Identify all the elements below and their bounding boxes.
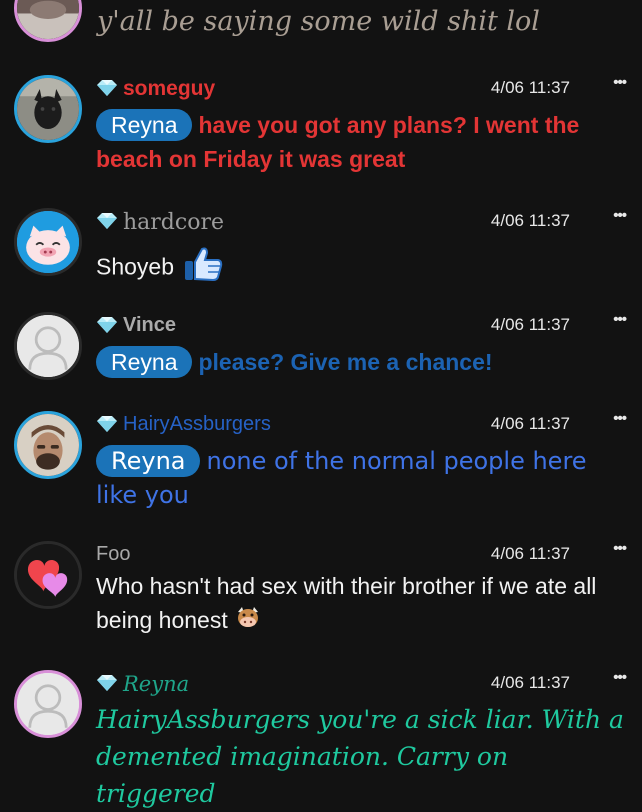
username[interactable]: Vince	[123, 314, 176, 337]
message-hairyassburgers: HairyAssburgers 4/06 11:37 ••• Reyna none…	[0, 408, 642, 518]
message-body: Shoyeb	[96, 253, 175, 280]
message-someguy: someguy 4/06 11:37 ••• Reyna have you got…	[0, 72, 642, 182]
hearts-avatar-icon	[17, 544, 79, 606]
pig-avatar-icon	[17, 211, 79, 273]
more-options-icon[interactable]: •••	[613, 311, 627, 328]
message-header: Vince 4/06 11:37 •••	[96, 311, 628, 339]
cow-face-icon	[234, 605, 262, 639]
avatar[interactable]	[14, 75, 82, 143]
message-text: HairyAssburgers you're a sick liar. With…	[96, 705, 624, 808]
message-header: HairyAssburgers 4/06 11:37 •••	[96, 410, 628, 438]
default-user-icon	[17, 673, 79, 735]
message-text: y'all be saying some wild shit lol	[97, 6, 540, 37]
user-photo-icon	[17, 0, 79, 39]
message-text: Reyna have you got any plans? I went the …	[96, 108, 624, 176]
message-body: Who hasn't had sex with their brother if…	[96, 573, 597, 633]
username[interactable]: hardcore	[123, 210, 224, 235]
message-reyna: Reyna 4/06 11:37 ••• HairyAssburgers you…	[0, 667, 642, 808]
message-text: Who hasn't had sex with their brother if…	[96, 569, 624, 639]
mention-chip[interactable]: Reyna	[96, 346, 193, 378]
avatar[interactable]	[14, 670, 82, 738]
mention-chip[interactable]: Reyna	[96, 445, 201, 477]
thumbs-up-icon	[182, 245, 224, 292]
username[interactable]: Foo	[96, 543, 130, 566]
diamond-badge-icon	[96, 316, 118, 334]
message-header: hardcore 4/06 11:37 •••	[96, 207, 628, 235]
message-header: Foo 4/06 11:37 •••	[96, 540, 628, 568]
message-text: Reyna none of the normal people here like…	[96, 444, 624, 512]
message-vince: Vince 4/06 11:37 ••• Reyna please? Give m…	[0, 309, 642, 389]
diamond-badge-icon	[96, 212, 118, 230]
avatar[interactable]	[14, 0, 82, 42]
diamond-badge-icon	[96, 79, 118, 97]
message-body: please? Give me a chance!	[198, 349, 493, 375]
diamond-badge-icon	[96, 674, 118, 692]
user-photo-icon	[17, 414, 79, 476]
avatar[interactable]	[14, 312, 82, 380]
message-header: Reyna 4/06 11:37 •••	[96, 669, 628, 697]
diamond-badge-icon	[96, 415, 118, 433]
timestamp: 4/06 11:37	[490, 78, 570, 97]
message-foo: Foo 4/06 11:37 ••• Who hasn't had sex wi…	[0, 538, 642, 648]
username[interactable]: HairyAssburgers	[123, 413, 271, 436]
username[interactable]: someguy	[123, 77, 215, 101]
message-hardcore: hardcore 4/06 11:37 ••• Shoyeb	[0, 205, 642, 295]
more-options-icon[interactable]: •••	[613, 207, 627, 224]
timestamp: 4/06 11:37	[490, 414, 570, 433]
more-options-icon[interactable]: •••	[613, 669, 627, 686]
message-text: Reyna please? Give me a chance!	[96, 345, 624, 379]
avatar[interactable]	[14, 208, 82, 276]
more-options-icon[interactable]: •••	[613, 74, 627, 91]
message-prev: y'all be saying some wild shit lol	[0, 0, 642, 48]
message-text: Shoyeb	[96, 245, 624, 292]
dog-photo-icon	[17, 78, 79, 140]
more-options-icon[interactable]: •••	[613, 410, 627, 427]
username[interactable]: Reyna	[123, 672, 189, 696]
default-user-icon	[17, 315, 79, 377]
timestamp: 4/06 11:37	[490, 544, 570, 563]
avatar[interactable]	[14, 541, 82, 609]
mention-chip[interactable]: Reyna	[96, 109, 193, 141]
timestamp: 4/06 11:37	[490, 315, 570, 334]
message-header: someguy 4/06 11:37 •••	[96, 74, 628, 102]
avatar[interactable]	[14, 411, 82, 479]
timestamp: 4/06 11:37	[490, 673, 570, 692]
more-options-icon[interactable]: •••	[613, 540, 627, 557]
timestamp: 4/06 11:37	[490, 211, 570, 230]
